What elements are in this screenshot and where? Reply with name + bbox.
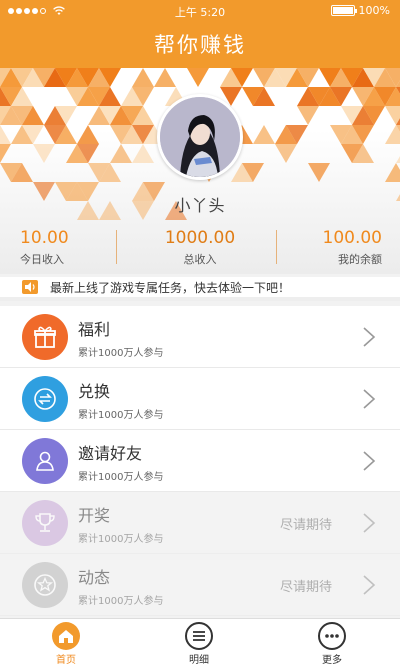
menu-item-subtitle: 累计1000万人参与 [78,410,164,421]
menu-item-title: 邀请好友 [78,444,143,463]
menu-item-subtitle: 累计1000万人参与 [78,534,164,545]
tab-label: 首页 [56,655,76,666]
pattern-triangle [132,68,154,87]
battery-icon [330,5,357,16]
trophy-icon [22,500,68,546]
pattern-triangle [0,125,11,144]
battery-percentage: 100% [358,4,390,17]
menu-item-title: 兑换 [78,382,111,401]
menu-item-subtitle: 累计1000万人参与 [78,596,164,607]
chevron-right-icon [363,451,376,471]
page-title: 帮你赚钱 [154,33,246,57]
bottom-tab-bar: 首页 明细 更多 [0,618,400,667]
stat-balance[interactable]: 100.00 我的余额 [323,228,382,274]
tab-home[interactable]: 首页 [21,619,111,667]
menu-item-title: 动态 [78,568,111,587]
pattern-triangle [187,68,209,87]
gift-icon [22,314,68,360]
pattern-triangle [132,144,154,163]
avatar[interactable] [157,94,243,180]
home-icon [52,622,80,650]
chevron-right-icon [363,327,376,347]
tab-label: 明细 [189,655,209,666]
more-icon [318,622,346,650]
pattern-triangle [396,156,400,163]
pattern-triangle [385,163,400,182]
stat-today-income[interactable]: 10.00 今日收入 [20,228,69,274]
menu-item-welfare[interactable]: 福利 累计1000万人参与 [0,306,400,368]
stat-label: 今日收入 [20,253,64,266]
list-icon [185,622,213,650]
menu-item-status: 尽请期待 [279,580,332,595]
announcement-text: 最新上线了游戏专属任务，快去体验一下吧！ [50,280,291,295]
username: 小丫头 [174,196,226,215]
menu-item-invite-friends[interactable]: 邀请好友 累计1000万人参与 [0,430,400,492]
chevron-right-icon [363,389,376,409]
menu-item-title: 开奖 [78,506,111,525]
pattern-triangle [308,163,330,182]
pattern-triangle [297,106,319,125]
chevron-right-icon [363,513,376,533]
tab-more[interactable]: 更多 [287,619,377,667]
exchange-icon [22,376,68,422]
profile-banner: 小丫头 10.00 今日收入 1000.00 总收入 100.00 我的余额 [0,68,400,274]
avatar-image [160,97,240,177]
stat-value: 100.00 [322,228,382,248]
pattern-triangle [275,144,297,163]
stat-label: 总收入 [183,253,217,266]
stat-value: 1000.00 [164,228,236,248]
pattern-triangle [33,144,55,163]
stat-total-income[interactable]: 1000.00 总收入 [120,228,280,274]
pattern-triangle [253,125,275,144]
task-menu-list: 福利 累计1000万人参与 兑换 累计1000万人参与 邀请好友 累计1000万… [0,306,400,616]
chevron-right-icon [363,575,376,595]
menu-item-status: 尽请期待 [279,518,332,533]
menu-item-subtitle: 累计1000万人参与 [78,348,164,359]
pattern-triangle [154,68,176,87]
user-invite-icon [22,438,68,484]
pattern-triangle [0,144,11,163]
pattern-triangle [110,144,132,163]
menu-item-subtitle: 累计1000万人参与 [78,472,164,483]
stat-label: 我的余额 [338,253,382,266]
speaker-icon [22,280,38,294]
menu-item-feed: 动态 累计1000万人参与 尽请期待 [0,554,400,616]
menu-item-title: 福利 [78,320,111,339]
income-stats: 10.00 今日收入 1000.00 总收入 100.00 我的余额 [0,228,400,274]
announcement-bar[interactable]: 最新上线了游戏专属任务，快去体验一下吧！ [0,277,400,301]
tab-label: 更多 [322,655,342,666]
menu-item-lottery: 开奖 累计1000万人参与 尽请期待 [0,492,400,554]
pattern-triangle [77,125,99,144]
divider [116,230,117,264]
star-icon [22,562,68,608]
title-bar: 帮你赚钱 [0,22,400,68]
divider [276,230,277,264]
tab-details[interactable]: 明细 [154,619,244,667]
stat-value: 10.00 [20,228,69,248]
menu-item-exchange[interactable]: 兑换 累计1000万人参与 [0,368,400,430]
status-bar: 上午 5:20 100% [0,0,400,22]
